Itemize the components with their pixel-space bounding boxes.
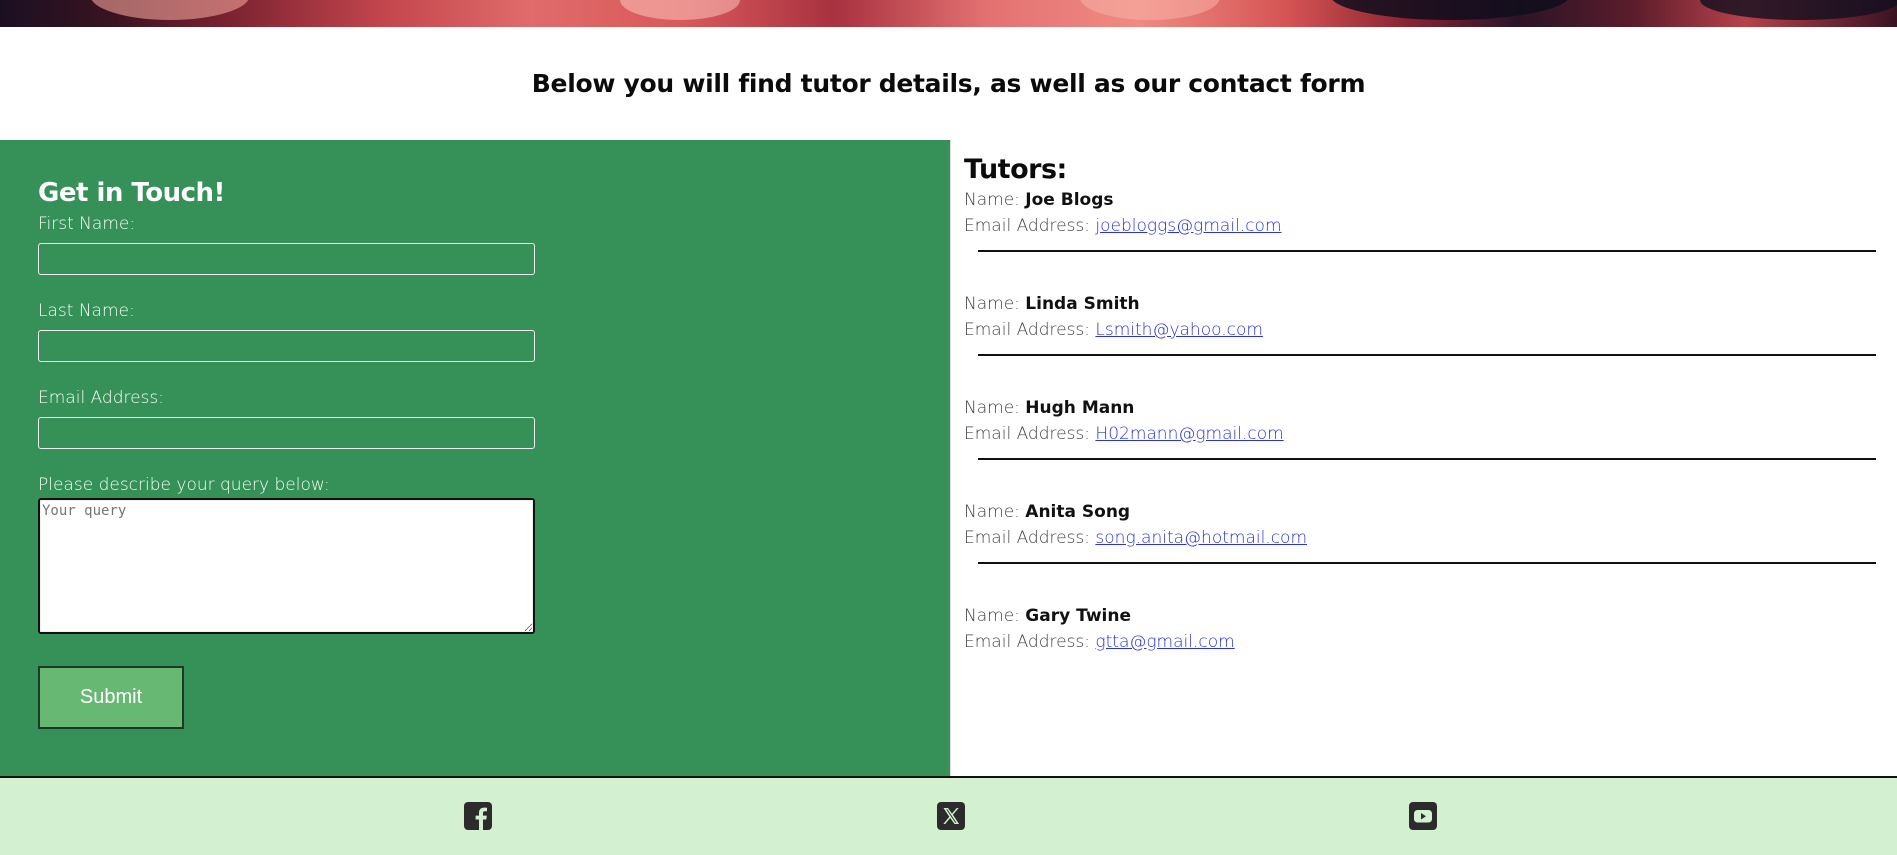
tutor-name-line: Name: Anita Song <box>964 499 1897 525</box>
tutor-email-line: Email Address: H02mann@gmail.com <box>964 421 1897 447</box>
divider <box>978 354 1876 356</box>
tutor-name: Anita Song <box>1025 502 1131 522</box>
query-label: Please describe your query below: <box>38 475 330 495</box>
tutor-email-link[interactable]: Lsmith@yahoo.com <box>1095 320 1263 340</box>
tutor-email-link[interactable]: gtta@gmail.com <box>1095 632 1234 652</box>
tutor-name-line: Name: Hugh Mann <box>964 395 1897 421</box>
tutor-card: Name: Gary Twine Email Address: gtta@gma… <box>964 603 1897 707</box>
contact-form-panel: Get in Touch! First Name: Last Name: Ema… <box>0 140 950 776</box>
tutor-card: Name: Anita Song Email Address: song.ani… <box>964 499 1897 603</box>
contact-form: Get in Touch! First Name: Last Name: Ema… <box>38 178 950 729</box>
divider <box>978 562 1876 564</box>
name-prefix: Name: <box>964 294 1020 314</box>
tutor-name: Gary Twine <box>1025 606 1131 626</box>
divider <box>978 250 1876 252</box>
first-name-label: First Name: <box>38 214 136 234</box>
email-prefix: Email Address: <box>964 632 1090 652</box>
divider <box>978 458 1876 460</box>
tutor-card: Name: Linda Smith Email Address: Lsmith@… <box>964 291 1897 395</box>
tutor-name: Joe Blogs <box>1025 190 1114 210</box>
email-label: Email Address: <box>38 388 164 408</box>
hero-image <box>0 0 1897 27</box>
tutor-card: Name: Joe Blogs Email Address: joebloggs… <box>964 187 1897 291</box>
intro-heading: Below you will find tutor details, as we… <box>531 69 1366 98</box>
name-prefix: Name: <box>964 190 1020 210</box>
tutor-email-link[interactable]: song.anita@hotmail.com <box>1095 528 1307 548</box>
last-name-field[interactable] <box>38 330 535 362</box>
tutors-panel: Tutors: Name: Joe Blogs Email Address: j… <box>950 140 1897 776</box>
email-prefix: Email Address: <box>964 424 1090 444</box>
email-prefix: Email Address: <box>964 528 1090 548</box>
tutor-email-link[interactable]: joebloggs@gmail.com <box>1095 216 1281 236</box>
footer <box>0 776 1897 855</box>
tutor-card: Name: Hugh Mann Email Address: H02mann@g… <box>964 395 1897 499</box>
tutor-name-line: Name: Joe Blogs <box>964 187 1897 213</box>
last-name-label: Last Name: <box>38 301 135 321</box>
query-textarea[interactable] <box>38 498 535 634</box>
intro-section: Below you will find tutor details, as we… <box>0 27 1897 140</box>
email-field[interactable] <box>38 417 535 449</box>
tutor-email-line: Email Address: song.anita@hotmail.com <box>964 525 1897 551</box>
youtube-icon[interactable] <box>1408 801 1438 831</box>
x-twitter-icon[interactable] <box>936 801 966 831</box>
name-prefix: Name: <box>964 606 1020 626</box>
first-name-field[interactable] <box>38 243 535 275</box>
tutor-name-line: Name: Gary Twine <box>964 603 1897 629</box>
tutor-name: Linda Smith <box>1025 294 1140 314</box>
tutor-email-line: Email Address: gtta@gmail.com <box>964 629 1897 655</box>
tutor-name: Hugh Mann <box>1025 398 1135 418</box>
name-prefix: Name: <box>964 502 1020 522</box>
tutor-email-line: Email Address: Lsmith@yahoo.com <box>964 317 1897 343</box>
name-prefix: Name: <box>964 398 1020 418</box>
tutors-title: Tutors: <box>964 154 1067 185</box>
tutor-email-line: Email Address: joebloggs@gmail.com <box>964 213 1897 239</box>
facebook-icon[interactable] <box>463 801 493 831</box>
email-prefix: Email Address: <box>964 320 1090 340</box>
email-prefix: Email Address: <box>964 216 1090 236</box>
tutor-name-line: Name: Linda Smith <box>964 291 1897 317</box>
contact-form-title: Get in Touch! <box>38 178 225 208</box>
submit-button[interactable]: Submit <box>38 666 184 729</box>
tutor-email-link[interactable]: H02mann@gmail.com <box>1095 424 1283 444</box>
